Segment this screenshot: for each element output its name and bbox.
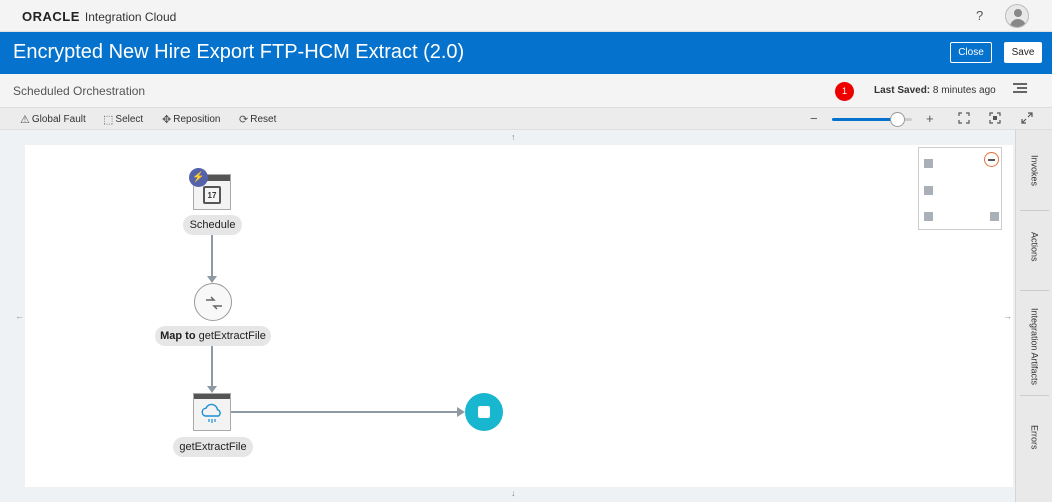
save-button[interactable]: Save bbox=[1004, 42, 1042, 63]
help-icon[interactable]: ? bbox=[976, 8, 983, 23]
expand-icon[interactable] bbox=[1021, 112, 1033, 124]
schedule-label[interactable]: Schedule bbox=[183, 215, 242, 235]
reset-button[interactable]: ⟳ Reset bbox=[239, 113, 276, 126]
canvas-toolbar: ⚠ Global Fault ⬚ Select ✥ Reposition ⟳ R… bbox=[0, 108, 1052, 130]
divider bbox=[1020, 290, 1049, 291]
minimap-node bbox=[924, 186, 933, 195]
error-count-badge[interactable]: 1 bbox=[835, 82, 854, 101]
map-arrows-icon bbox=[206, 296, 222, 310]
map-label-bold: Map to bbox=[160, 330, 196, 342]
scroll-right-arrow[interactable]: → bbox=[1003, 311, 1012, 321]
tab-errors-label: Errors bbox=[1029, 425, 1040, 450]
stop-icon bbox=[478, 406, 490, 418]
divider bbox=[1020, 210, 1049, 211]
scroll-up-arrow[interactable]: ↑ bbox=[511, 132, 516, 142]
sub-header: Scheduled Orchestration 1 Last Saved: 8 … bbox=[0, 74, 1052, 108]
tab-invokes[interactable]: Invokes bbox=[1016, 155, 1052, 186]
last-saved-label: Last Saved: bbox=[874, 85, 931, 96]
orchestration-type: Scheduled Orchestration bbox=[13, 84, 146, 98]
zoom-out-button[interactable]: − bbox=[810, 111, 818, 126]
global-fault-label: Global Fault bbox=[31, 114, 86, 125]
map-label-target: getExtractFile bbox=[195, 330, 266, 342]
tab-actions-label: Actions bbox=[1029, 232, 1040, 262]
select-icon: ⬚ bbox=[103, 114, 114, 126]
top-bar: ORACLE Integration Cloud ? bbox=[0, 0, 1052, 32]
zoom-slider-thumb[interactable] bbox=[890, 112, 905, 127]
reset-label: Reset bbox=[250, 114, 277, 125]
invoke-node[interactable] bbox=[193, 393, 231, 431]
select-button[interactable]: ⬚ Select bbox=[103, 113, 143, 126]
minimap-node bbox=[924, 159, 933, 168]
last-saved: Last Saved: 8 minutes ago bbox=[874, 85, 996, 96]
tab-actions[interactable]: Actions bbox=[1016, 232, 1052, 262]
oracle-logo: ORACLE bbox=[22, 9, 80, 24]
side-panel: Invokes Actions Integration Artifacts Er… bbox=[1015, 130, 1052, 502]
fit-screen-icon[interactable] bbox=[958, 112, 970, 124]
scroll-left-arrow[interactable]: ← bbox=[15, 311, 24, 321]
scroll-down-arrow[interactable]: ↓ bbox=[511, 488, 516, 498]
minimap-node bbox=[990, 212, 999, 221]
stop-node[interactable] bbox=[465, 393, 503, 431]
brand: ORACLE Integration Cloud bbox=[22, 9, 176, 24]
reposition-label: Reposition bbox=[173, 114, 221, 125]
last-saved-value: 8 minutes ago bbox=[932, 85, 996, 96]
map-node[interactable] bbox=[194, 283, 232, 321]
invoke-label[interactable]: getExtractFile bbox=[173, 437, 253, 457]
user-avatar-icon[interactable] bbox=[1005, 4, 1029, 28]
calendar-icon: 17 bbox=[203, 186, 221, 204]
tab-integration-artifacts[interactable]: Integration Artifacts bbox=[1016, 308, 1052, 385]
zoom-in-button[interactable]: + bbox=[926, 111, 934, 126]
focus-icon[interactable] bbox=[989, 112, 1001, 124]
cloud-icon bbox=[201, 403, 221, 423]
move-icon: ✥ bbox=[162, 114, 172, 126]
avatar-body bbox=[1010, 19, 1026, 27]
hamburger-menu-icon[interactable] bbox=[1013, 83, 1027, 95]
warning-icon: ⚠ bbox=[20, 114, 30, 126]
minimap[interactable] bbox=[918, 147, 1002, 230]
title-bar: Encrypted New Hire Export FTP-HCM Extrac… bbox=[0, 32, 1052, 74]
reposition-button[interactable]: ✥ Reposition bbox=[162, 113, 220, 126]
minimap-node bbox=[924, 212, 933, 221]
minimap-collapse-icon[interactable] bbox=[984, 152, 999, 167]
zoom-slider-fill bbox=[832, 118, 898, 121]
avatar-head bbox=[1014, 9, 1022, 17]
tab-artifacts-label: Integration Artifacts bbox=[1029, 308, 1040, 386]
design-canvas[interactable]: ↑ ← → ↓ bbox=[0, 130, 1015, 502]
reset-icon: ⟳ bbox=[239, 114, 249, 126]
tab-invokes-label: Invokes bbox=[1029, 155, 1040, 187]
page-title: Encrypted New Hire Export FTP-HCM Extrac… bbox=[13, 41, 465, 63]
product-name: Integration Cloud bbox=[84, 10, 177, 24]
trigger-bolt-icon: ⚡ bbox=[189, 168, 208, 187]
tab-errors[interactable]: Errors bbox=[1016, 425, 1052, 450]
select-label: Select bbox=[115, 114, 144, 125]
close-button[interactable]: Close bbox=[950, 42, 992, 63]
canvas-area bbox=[25, 145, 1013, 487]
divider bbox=[1020, 395, 1049, 396]
global-fault-button[interactable]: ⚠ Global Fault bbox=[20, 113, 86, 126]
zoom-slider[interactable] bbox=[832, 112, 912, 127]
map-label[interactable]: Map to getExtractFile bbox=[155, 326, 271, 346]
